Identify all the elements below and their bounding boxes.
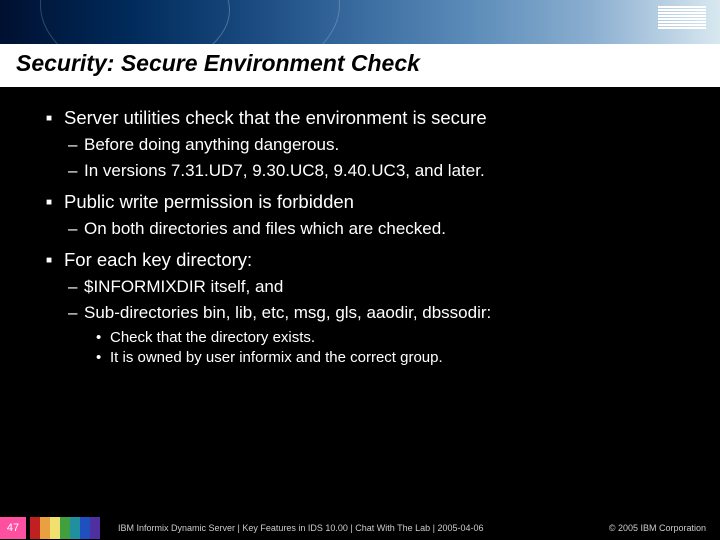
footer-copyright: © 2005 IBM Corporation (609, 523, 720, 533)
bullet-level-2: On both directories and files which are … (84, 219, 670, 239)
bullet-level-1: For each key directory: (64, 249, 670, 271)
footer-text: IBM Informix Dynamic Server | Key Featur… (100, 523, 609, 533)
bullet-level-1: Public write permission is forbidden (64, 191, 670, 213)
bullet-level-3: It is owned by user informix and the cor… (110, 349, 670, 366)
bullet-level-2: In versions 7.31.UD7, 9.30.UC8, 9.40.UC3… (84, 161, 670, 181)
footer-color-stripes (30, 517, 100, 539)
slide-title: Security: Secure Environment Check (16, 50, 704, 77)
top-banner (0, 0, 720, 44)
slide-number: 47 (0, 517, 26, 539)
footer: 47 IBM Informix Dynamic Server | Key Fea… (0, 516, 720, 540)
bullet-level-2: $INFORMIXDIR itself, and (84, 277, 670, 297)
bullet-level-2: Sub-directories bin, lib, etc, msg, gls,… (84, 303, 670, 323)
ibm-logo (658, 6, 706, 29)
bullet-level-2: Before doing anything dangerous. (84, 135, 670, 155)
bullet-level-1: Server utilities check that the environm… (64, 107, 670, 129)
slide-content: Server utilities check that the environm… (0, 87, 720, 366)
title-bar: Security: Secure Environment Check (0, 44, 720, 87)
bullet-level-3: Check that the directory exists. (110, 329, 670, 346)
decorative-curve (40, 0, 340, 44)
